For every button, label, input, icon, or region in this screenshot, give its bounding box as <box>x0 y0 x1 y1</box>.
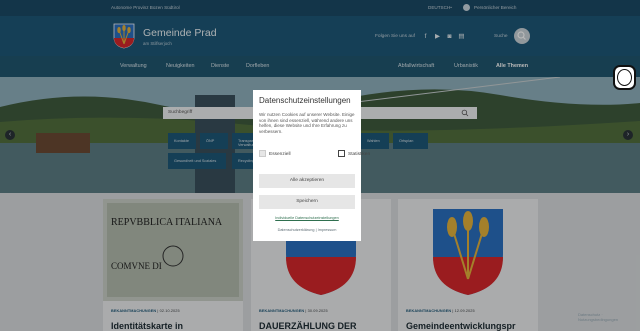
essential-label: Essenziell <box>269 152 291 157</box>
dialog-description: Wir nutzen Cookies auf unserer Website. … <box>259 112 355 134</box>
dialog-title: Datenschutzeinstellungen <box>259 96 351 105</box>
accessibility-button[interactable] <box>613 65 636 90</box>
imprint-link[interactable]: Impressum <box>318 228 337 232</box>
dialog-footer-links: Datenschutzerklärung | Impressum <box>253 228 361 232</box>
privacy-settings-dialog: Datenschutzeinstellungen Wir nutzen Cook… <box>253 90 370 241</box>
individual-settings-link[interactable]: Individuelle Datenschutzeinstellungen <box>253 216 361 220</box>
statistics-label[interactable]: Statistiken <box>348 152 370 157</box>
recaptcha-badge[interactable]: Datenschutz · Nutzungsbedingungen <box>578 312 640 322</box>
accessibility-icon <box>617 69 632 86</box>
link-separator: | <box>315 228 317 232</box>
statistics-checkbox[interactable] <box>338 150 345 157</box>
save-button[interactable]: Speichern <box>259 195 355 209</box>
accept-all-button[interactable]: Alle akzeptieren <box>259 174 355 188</box>
privacy-policy-link[interactable]: Datenschutzerklärung <box>278 228 315 232</box>
essential-checkbox <box>259 150 266 157</box>
